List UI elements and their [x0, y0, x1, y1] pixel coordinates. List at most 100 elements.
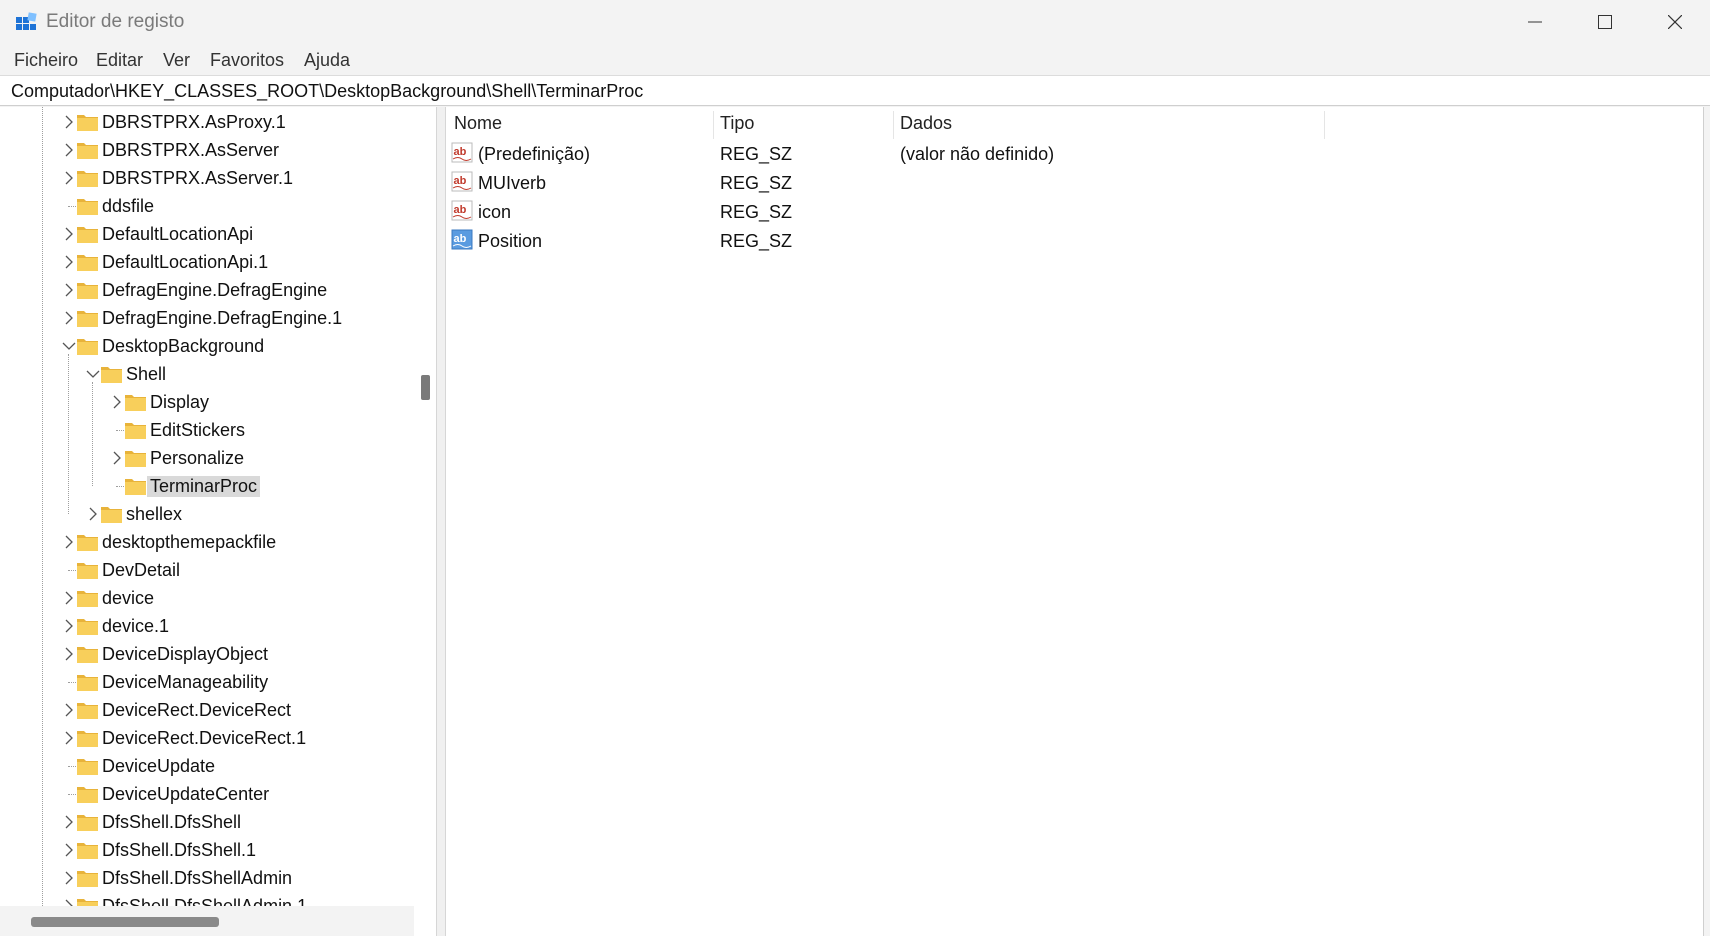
column-header-dados[interactable]: Dados: [900, 113, 952, 134]
chevron-right-icon[interactable]: [62, 871, 76, 885]
tree-item[interactable]: EditStickers: [0, 416, 414, 444]
address-path[interactable]: Computador\HKEY_CLASSES_ROOT\DesktopBack…: [11, 81, 643, 102]
menu-ajuda[interactable]: Ajuda: [304, 50, 350, 71]
chevron-right-icon[interactable]: [62, 143, 76, 157]
chevron-down-icon[interactable]: [62, 339, 76, 353]
chevron-right-icon[interactable]: [62, 535, 76, 549]
tree-item-label: DesktopBackground: [102, 336, 265, 356]
tree-item-label: shellex: [126, 504, 183, 524]
folder-icon: [76, 588, 99, 608]
menu-ficheiro[interactable]: Ficheiro: [14, 50, 78, 71]
folder-icon: [76, 868, 99, 888]
chevron-right-icon[interactable]: [62, 115, 76, 129]
tree-item[interactable]: DfsShell.DfsShell: [0, 808, 414, 836]
tree-item[interactable]: device: [0, 584, 414, 612]
title-bar: Editor de registo: [0, 0, 1710, 44]
folder-icon: [76, 112, 99, 132]
maximize-button[interactable]: [1570, 0, 1640, 44]
values-list-pane[interactable]: Nome Tipo Dados ab (Predefinição) REG_SZ (v…: [446, 107, 1704, 936]
chevron-right-icon[interactable]: [62, 171, 76, 185]
tree-horizontal-scrollbar[interactable]: [0, 906, 414, 936]
chevron-right-icon[interactable]: [62, 591, 76, 605]
tree-item[interactable]: ddsfile: [0, 192, 414, 220]
close-button[interactable]: [1640, 0, 1710, 44]
tree-item[interactable]: DeviceManageability: [0, 668, 414, 696]
tree-item[interactable]: TerminarProc: [0, 472, 414, 500]
folder-icon: [76, 812, 99, 832]
tree-item-label: DeviceRect.DeviceRect.1: [102, 728, 307, 748]
tree-item[interactable]: DfsShell.DfsShellAdmin: [0, 864, 414, 892]
list-item[interactable]: ab MUIverb REG_SZ: [446, 168, 1703, 197]
chevron-right-icon[interactable]: [62, 619, 76, 633]
tree-item[interactable]: desktopthemepackfile: [0, 528, 414, 556]
tree-item[interactable]: DefaultLocationApi: [0, 220, 414, 248]
svg-text:ab: ab: [454, 175, 467, 187]
column-header-nome[interactable]: Nome: [454, 113, 502, 134]
address-bar[interactable]: Computador\HKEY_CLASSES_ROOT\DesktopBack…: [0, 75, 1710, 106]
chevron-right-icon[interactable]: [110, 395, 124, 409]
chevron-right-icon[interactable]: [62, 227, 76, 241]
value-name: (Predefinição): [478, 144, 591, 164]
maximize-icon: [1598, 15, 1612, 29]
minimize-button[interactable]: [1500, 0, 1570, 44]
tree-item[interactable]: Display: [0, 388, 414, 416]
chevron-right-icon[interactable]: [62, 703, 76, 717]
folder-icon: [76, 196, 99, 216]
chevron-right-icon[interactable]: [86, 507, 100, 521]
minimize-icon: [1528, 21, 1542, 23]
column-header-tipo[interactable]: Tipo: [720, 113, 754, 134]
tree-item[interactable]: DBRSTPRX.AsProxy.1: [0, 108, 414, 136]
menu-ver[interactable]: Ver: [163, 50, 190, 71]
chevron-down-icon[interactable]: [86, 367, 100, 381]
tree-horizontal-scroll-thumb[interactable]: [31, 917, 219, 927]
chevron-right-icon[interactable]: [62, 647, 76, 661]
window-title: Editor de registo: [46, 11, 185, 32]
tree-item[interactable]: DefragEngine.DefragEngine: [0, 276, 414, 304]
list-item[interactable]: ab Position REG_SZ: [446, 226, 1703, 255]
tree-vertical-scroll-thumb[interactable]: [421, 375, 430, 400]
chevron-right-icon[interactable]: [62, 815, 76, 829]
tree-item[interactable]: DfsShell.DfsShell.1: [0, 836, 414, 864]
tree-item-label: DefragEngine.DefragEngine: [102, 280, 328, 300]
tree-item[interactable]: DevDetail: [0, 556, 414, 584]
column-separator[interactable]: [1324, 111, 1325, 139]
tree-item[interactable]: DeviceRect.DeviceRect: [0, 696, 414, 724]
column-separator[interactable]: [893, 111, 894, 139]
chevron-right-icon[interactable]: [62, 311, 76, 325]
tree-item[interactable]: DeviceUpdateCenter: [0, 780, 414, 808]
pane-splitter[interactable]: [436, 107, 446, 936]
tree-item[interactable]: DeviceUpdate: [0, 752, 414, 780]
string-value-icon: ab: [451, 171, 473, 193]
svg-text:ab: ab: [454, 146, 467, 158]
tree-item-label: desktopthemepackfile: [102, 532, 277, 552]
tree-item-label: TerminarProc: [147, 476, 261, 497]
tree-item[interactable]: DeviceDisplayObject: [0, 640, 414, 668]
menu-editar[interactable]: Editar: [96, 50, 143, 71]
folder-icon: [76, 728, 99, 748]
column-separator[interactable]: [713, 111, 714, 139]
list-item[interactable]: ab (Predefinição) REG_SZ (valor não definid…: [446, 139, 1703, 168]
chevron-right-icon[interactable]: [110, 451, 124, 465]
chevron-right-icon[interactable]: [62, 283, 76, 297]
tree-item-label: EditStickers: [150, 420, 246, 440]
tree-item[interactable]: Personalize: [0, 444, 414, 472]
tree-item[interactable]: DefragEngine.DefragEngine.1: [0, 304, 414, 332]
folder-icon: [76, 532, 99, 552]
tree-item[interactable]: DBRSTPRX.AsServer.1: [0, 164, 414, 192]
chevron-right-icon[interactable]: [62, 731, 76, 745]
tree-item[interactable]: DeviceRect.DeviceRect.1: [0, 724, 414, 752]
tree-item[interactable]: DesktopBackground: [0, 332, 414, 360]
folder-icon: [76, 252, 99, 272]
tree-vertical-scrollbar[interactable]: [414, 107, 436, 906]
chevron-right-icon[interactable]: [62, 843, 76, 857]
tree-item[interactable]: DefaultLocationApi.1: [0, 248, 414, 276]
tree-item-label: DefragEngine.DefragEngine.1: [102, 308, 343, 328]
key-tree-pane[interactable]: DBRSTPRX.AsProxy.1 DBRSTPRX.AsServer DBRST…: [0, 107, 436, 936]
tree-item[interactable]: device.1: [0, 612, 414, 640]
menu-favoritos[interactable]: Favoritos: [210, 50, 284, 71]
tree-item[interactable]: DBRSTPRX.AsServer: [0, 136, 414, 164]
list-item[interactable]: ab icon REG_SZ: [446, 197, 1703, 226]
chevron-right-icon[interactable]: [62, 255, 76, 269]
tree-item[interactable]: shellex: [0, 500, 414, 528]
tree-item[interactable]: Shell: [0, 360, 414, 388]
